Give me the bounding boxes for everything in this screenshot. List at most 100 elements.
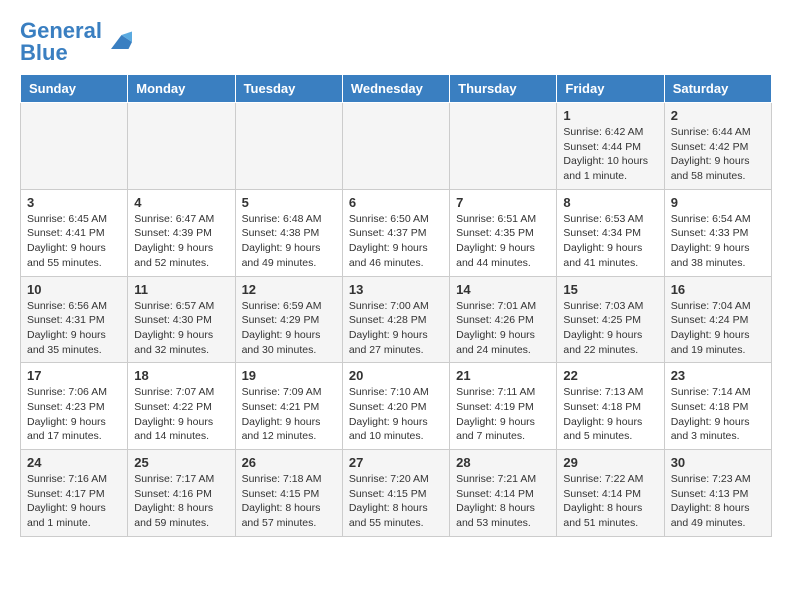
calendar-day-cell: 3 Sunrise: 6:45 AM Sunset: 4:41 PM Daylig… [21, 189, 128, 276]
day-number: 6 [349, 195, 443, 210]
calendar-day-cell: 26Sunrise: 7:18 AM Sunset: 4:15 PM Dayli… [235, 450, 342, 537]
page-header: General Blue [20, 20, 772, 64]
day-number: 2 [671, 108, 765, 123]
calendar-day-cell: 25 Sunrise: 7:17 AM Sunset: 4:16 PM Dayli… [128, 450, 235, 537]
weekday-header: Monday [128, 75, 235, 103]
day-number: 27 [349, 455, 443, 470]
calendar-day-cell [342, 103, 449, 190]
day-number: 20 [349, 368, 443, 383]
calendar-day-cell: 29 Sunrise: 7:22 AM Sunset: 4:14 PM Dayli… [557, 450, 664, 537]
calendar-day-cell: 20 Sunrise: 7:10 AM Sunset: 4:20 PM Dayli… [342, 363, 449, 450]
day-info: Sunrise: 7:23 AM Sunset: 4:13 PM Dayligh… [671, 472, 765, 531]
calendar-day-cell: 4Sunrise: 6:47 AM Sunset: 4:39 PM Daylig… [128, 189, 235, 276]
weekday-header: Thursday [450, 75, 557, 103]
calendar-day-cell: 27 Sunrise: 7:20 AM Sunset: 4:15 PM Dayli… [342, 450, 449, 537]
day-number: 11 [134, 282, 228, 297]
day-info: Sunrise: 7:00 AM Sunset: 4:28 PM Dayligh… [349, 299, 443, 358]
calendar-week-row: 3 Sunrise: 6:45 AM Sunset: 4:41 PM Daylig… [21, 189, 772, 276]
logo-icon [104, 28, 132, 56]
day-number: 24 [27, 455, 121, 470]
day-number: 15 [563, 282, 657, 297]
day-number: 9 [671, 195, 765, 210]
calendar-day-cell: 11 Sunrise: 6:57 AM Sunset: 4:30 PM Dayli… [128, 276, 235, 363]
calendar-day-cell: 23 Sunrise: 7:14 AM Sunset: 4:18 PM Dayli… [664, 363, 771, 450]
day-number: 13 [349, 282, 443, 297]
calendar-day-cell: 10Sunrise: 6:56 AM Sunset: 4:31 PM Dayli… [21, 276, 128, 363]
calendar-day-cell: 12 Sunrise: 6:59 AM Sunset: 4:29 PM Dayli… [235, 276, 342, 363]
day-info: Sunrise: 7:09 AM Sunset: 4:21 PM Dayligh… [242, 385, 336, 444]
calendar-week-row: 17 Sunrise: 7:06 AM Sunset: 4:23 PM Dayli… [21, 363, 772, 450]
weekday-header: Sunday [21, 75, 128, 103]
calendar-day-cell: 16Sunrise: 7:04 AM Sunset: 4:24 PM Dayli… [664, 276, 771, 363]
day-info: Sunrise: 7:20 AM Sunset: 4:15 PM Dayligh… [349, 472, 443, 531]
calendar-day-cell: 14 Sunrise: 7:01 AM Sunset: 4:26 PM Dayli… [450, 276, 557, 363]
day-number: 12 [242, 282, 336, 297]
calendar-day-cell: 5 Sunrise: 6:48 AM Sunset: 4:38 PM Daylig… [235, 189, 342, 276]
day-number: 29 [563, 455, 657, 470]
day-info: Sunrise: 7:13 AM Sunset: 4:18 PM Dayligh… [563, 385, 657, 444]
day-info: Sunrise: 7:01 AM Sunset: 4:26 PM Dayligh… [456, 299, 550, 358]
calendar-day-cell: 24 Sunrise: 7:16 AM Sunset: 4:17 PM Dayli… [21, 450, 128, 537]
calendar-day-cell: 21 Sunrise: 7:11 AM Sunset: 4:19 PM Dayli… [450, 363, 557, 450]
weekday-header: Friday [557, 75, 664, 103]
calendar-day-cell [128, 103, 235, 190]
calendar-day-cell: 13 Sunrise: 7:00 AM Sunset: 4:28 PM Dayli… [342, 276, 449, 363]
day-number: 23 [671, 368, 765, 383]
logo: General Blue [20, 20, 132, 64]
calendar-day-cell: 7 Sunrise: 6:51 AM Sunset: 4:35 PM Daylig… [450, 189, 557, 276]
day-number: 18 [134, 368, 228, 383]
day-info: Sunrise: 7:07 AM Sunset: 4:22 PM Dayligh… [134, 385, 228, 444]
day-number: 7 [456, 195, 550, 210]
day-info: Sunrise: 6:51 AM Sunset: 4:35 PM Dayligh… [456, 212, 550, 271]
day-info: Sunrise: 6:57 AM Sunset: 4:30 PM Dayligh… [134, 299, 228, 358]
day-number: 28 [456, 455, 550, 470]
day-number: 21 [456, 368, 550, 383]
day-info: Sunrise: 7:06 AM Sunset: 4:23 PM Dayligh… [27, 385, 121, 444]
calendar-day-cell: 9 Sunrise: 6:54 AM Sunset: 4:33 PM Daylig… [664, 189, 771, 276]
calendar-day-cell: 28Sunrise: 7:21 AM Sunset: 4:14 PM Dayli… [450, 450, 557, 537]
day-number: 16 [671, 282, 765, 297]
day-number: 1 [563, 108, 657, 123]
calendar-day-cell: 8 Sunrise: 6:53 AM Sunset: 4:34 PM Daylig… [557, 189, 664, 276]
day-info: Sunrise: 7:17 AM Sunset: 4:16 PM Dayligh… [134, 472, 228, 531]
day-info: Sunrise: 7:16 AM Sunset: 4:17 PM Dayligh… [27, 472, 121, 531]
day-info: Sunrise: 6:45 AM Sunset: 4:41 PM Dayligh… [27, 212, 121, 271]
day-number: 17 [27, 368, 121, 383]
day-info: Sunrise: 7:10 AM Sunset: 4:20 PM Dayligh… [349, 385, 443, 444]
logo-text: General Blue [20, 20, 102, 64]
day-info: Sunrise: 6:59 AM Sunset: 4:29 PM Dayligh… [242, 299, 336, 358]
day-number: 19 [242, 368, 336, 383]
calendar-week-row: 24 Sunrise: 7:16 AM Sunset: 4:17 PM Dayli… [21, 450, 772, 537]
calendar-day-cell: 2 Sunrise: 6:44 AM Sunset: 4:42 PM Daylig… [664, 103, 771, 190]
calendar-day-cell [450, 103, 557, 190]
day-number: 3 [27, 195, 121, 210]
day-info: Sunrise: 6:48 AM Sunset: 4:38 PM Dayligh… [242, 212, 336, 271]
day-number: 22 [563, 368, 657, 383]
calendar-table: SundayMondayTuesdayWednesdayThursdayFrid… [20, 74, 772, 537]
calendar-day-cell: 18 Sunrise: 7:07 AM Sunset: 4:22 PM Dayli… [128, 363, 235, 450]
day-number: 14 [456, 282, 550, 297]
calendar-day-cell: 19 Sunrise: 7:09 AM Sunset: 4:21 PM Dayli… [235, 363, 342, 450]
day-number: 4 [134, 195, 228, 210]
calendar-day-cell: 30 Sunrise: 7:23 AM Sunset: 4:13 PM Dayli… [664, 450, 771, 537]
day-info: Sunrise: 6:44 AM Sunset: 4:42 PM Dayligh… [671, 125, 765, 184]
day-info: Sunrise: 7:14 AM Sunset: 4:18 PM Dayligh… [671, 385, 765, 444]
day-number: 25 [134, 455, 228, 470]
day-number: 10 [27, 282, 121, 297]
calendar-day-cell: 1Sunrise: 6:42 AM Sunset: 4:44 PM Daylig… [557, 103, 664, 190]
day-info: Sunrise: 7:18 AM Sunset: 4:15 PM Dayligh… [242, 472, 336, 531]
calendar-day-cell [235, 103, 342, 190]
calendar-week-row: 1Sunrise: 6:42 AM Sunset: 4:44 PM Daylig… [21, 103, 772, 190]
weekday-header: Saturday [664, 75, 771, 103]
day-info: Sunrise: 7:22 AM Sunset: 4:14 PM Dayligh… [563, 472, 657, 531]
day-info: Sunrise: 6:53 AM Sunset: 4:34 PM Dayligh… [563, 212, 657, 271]
calendar-header-row: SundayMondayTuesdayWednesdayThursdayFrid… [21, 75, 772, 103]
day-number: 5 [242, 195, 336, 210]
day-info: Sunrise: 6:54 AM Sunset: 4:33 PM Dayligh… [671, 212, 765, 271]
calendar-week-row: 10Sunrise: 6:56 AM Sunset: 4:31 PM Dayli… [21, 276, 772, 363]
day-number: 30 [671, 455, 765, 470]
day-number: 8 [563, 195, 657, 210]
calendar-day-cell: 6Sunrise: 6:50 AM Sunset: 4:37 PM Daylig… [342, 189, 449, 276]
logo-blue: Blue [20, 40, 68, 65]
day-info: Sunrise: 7:11 AM Sunset: 4:19 PM Dayligh… [456, 385, 550, 444]
